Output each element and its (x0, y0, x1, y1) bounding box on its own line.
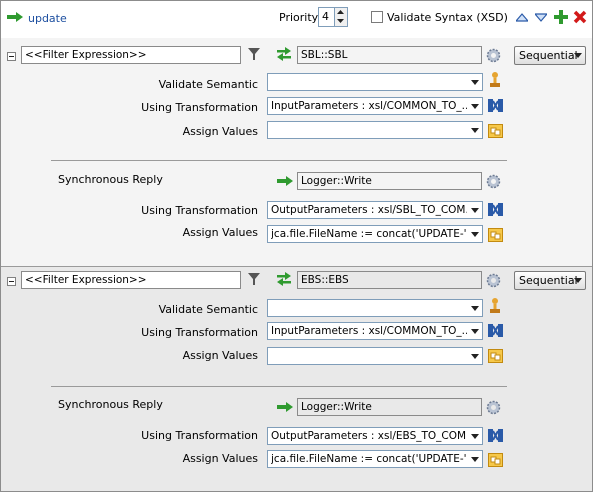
transformation-map-icon[interactable] (488, 98, 503, 113)
request-transformation-select[interactable]: InputParameters : xsl/COMMON_TO_... (267, 322, 483, 340)
assign-values-label: Assign Values (182, 349, 258, 362)
routing-rules-panel: update Priority 4 Validate Syntax (XSD) … (0, 0, 593, 492)
rule-collapse-toggle[interactable] (7, 52, 16, 61)
reply-assign-values-icon[interactable] (488, 228, 503, 242)
reply-transformation-map-icon[interactable] (488, 428, 503, 443)
move-up-icon[interactable] (516, 13, 528, 22)
reply-transformation-select[interactable]: OutputParameters : xsl/SBL_TO_COM... (267, 201, 483, 219)
switch-service-icon[interactable] (276, 47, 292, 61)
filter-expression-field[interactable]: <<Filter Expression>> (21, 271, 241, 289)
move-down-icon[interactable] (535, 13, 547, 22)
validate-semantic-label: Validate Semantic (158, 303, 258, 316)
request-transformation-value: InputParameters : xsl/COMMON_TO_... (271, 100, 472, 112)
reply-settings-icon[interactable] (486, 174, 501, 189)
add-rule-icon[interactable] (554, 10, 568, 24)
reply-assign-values-value: jca.file.FileName := concat('UPDATE-',..… (271, 453, 480, 465)
reply-transformation-value: OutputParameters : xsl/EBS_TO_COM... (271, 430, 477, 442)
service-settings-icon[interactable] (486, 273, 501, 288)
priority-label: Priority (279, 11, 319, 24)
reply-transformation-value: OutputParameters : xsl/SBL_TO_COM... (271, 204, 476, 216)
routing-rule-2: <<Filter Expression>> EBS::EBS Sequentia… (1, 267, 592, 491)
validate-semantic-select[interactable] (267, 73, 483, 91)
reply-assign-values-select[interactable]: jca.file.FileName := concat('UPDATE-',..… (267, 225, 483, 243)
request-transformation-select[interactable]: InputParameters : xsl/COMMON_TO_... (267, 97, 483, 115)
priority-spinner[interactable]: 4 (318, 7, 348, 27)
using-transformation-label: Using Transformation (141, 101, 258, 114)
reply-separator (51, 160, 507, 161)
execution-mode-value: Sequential (519, 274, 578, 287)
reply-target-field: Logger::Write (297, 398, 482, 416)
delete-rule-icon[interactable] (573, 10, 587, 24)
synchronous-reply-label: Synchronous Reply (58, 398, 163, 411)
using-transformation-label: Using Transformation (141, 326, 258, 339)
execution-mode-select[interactable]: Sequential (514, 46, 586, 65)
reply-target-field: Logger::Write (297, 172, 482, 190)
reply-assign-values-label: Assign Values (182, 452, 258, 465)
filter-expression-field[interactable]: <<Filter Expression>> (21, 46, 241, 64)
reply-transformation-map-icon[interactable] (488, 202, 503, 217)
assign-values-label: Assign Values (182, 125, 258, 138)
rule-collapse-toggle[interactable] (7, 277, 16, 286)
reply-assign-values-select[interactable]: jca.file.FileName := concat('UPDATE-',..… (267, 450, 483, 468)
reply-assign-values-value: jca.file.FileName := concat('UPDATE-',..… (271, 228, 480, 240)
reply-assign-values-icon[interactable] (488, 453, 503, 467)
execution-mode-select[interactable]: Sequential (514, 271, 586, 290)
operation-header: update Priority 4 Validate Syntax (XSD) (1, 1, 592, 39)
switch-service-icon[interactable] (276, 272, 292, 286)
reply-settings-icon[interactable] (486, 400, 501, 415)
filter-icon[interactable] (247, 272, 261, 286)
routing-rule-1: <<Filter Expression>> SBL::SBL Sequentia… (1, 38, 592, 267)
operation-name-link[interactable]: update (28, 12, 67, 25)
operation-arrow-icon (7, 12, 23, 22)
reply-using-transformation-label: Using Transformation (141, 429, 258, 442)
reply-transformation-select[interactable]: OutputParameters : xsl/EBS_TO_COM... (267, 427, 483, 445)
reply-arrow-icon (277, 402, 293, 412)
reply-assign-values-label: Assign Values (182, 226, 258, 239)
spinner-up-icon (337, 10, 344, 14)
assign-values-icon[interactable] (488, 124, 503, 138)
filter-icon[interactable] (247, 47, 261, 61)
validate-syntax-checkbox[interactable] (371, 11, 383, 23)
schematron-icon[interactable] (489, 297, 501, 314)
spinner-down-icon (337, 19, 344, 23)
synchronous-reply-label: Synchronous Reply (58, 173, 163, 186)
request-assign-values-select[interactable] (267, 347, 483, 365)
reply-using-transformation-label: Using Transformation (141, 204, 258, 217)
request-transformation-value: InputParameters : xsl/COMMON_TO_... (271, 325, 472, 337)
request-assign-values-select[interactable] (267, 121, 483, 139)
schematron-icon[interactable] (489, 71, 501, 88)
validate-syntax-label: Validate Syntax (XSD) (387, 11, 508, 24)
validate-semantic-select[interactable] (267, 299, 483, 317)
service-settings-icon[interactable] (486, 48, 501, 63)
reply-arrow-icon (277, 176, 293, 186)
validate-semantic-label: Validate Semantic (158, 78, 258, 91)
execution-mode-value: Sequential (519, 49, 578, 62)
assign-values-icon[interactable] (488, 349, 503, 363)
target-service-field: EBS::EBS (297, 271, 482, 289)
target-service-field: SBL::SBL (297, 46, 482, 64)
priority-value: 4 (322, 10, 329, 23)
transformation-map-icon[interactable] (488, 323, 503, 338)
reply-separator (51, 386, 507, 387)
